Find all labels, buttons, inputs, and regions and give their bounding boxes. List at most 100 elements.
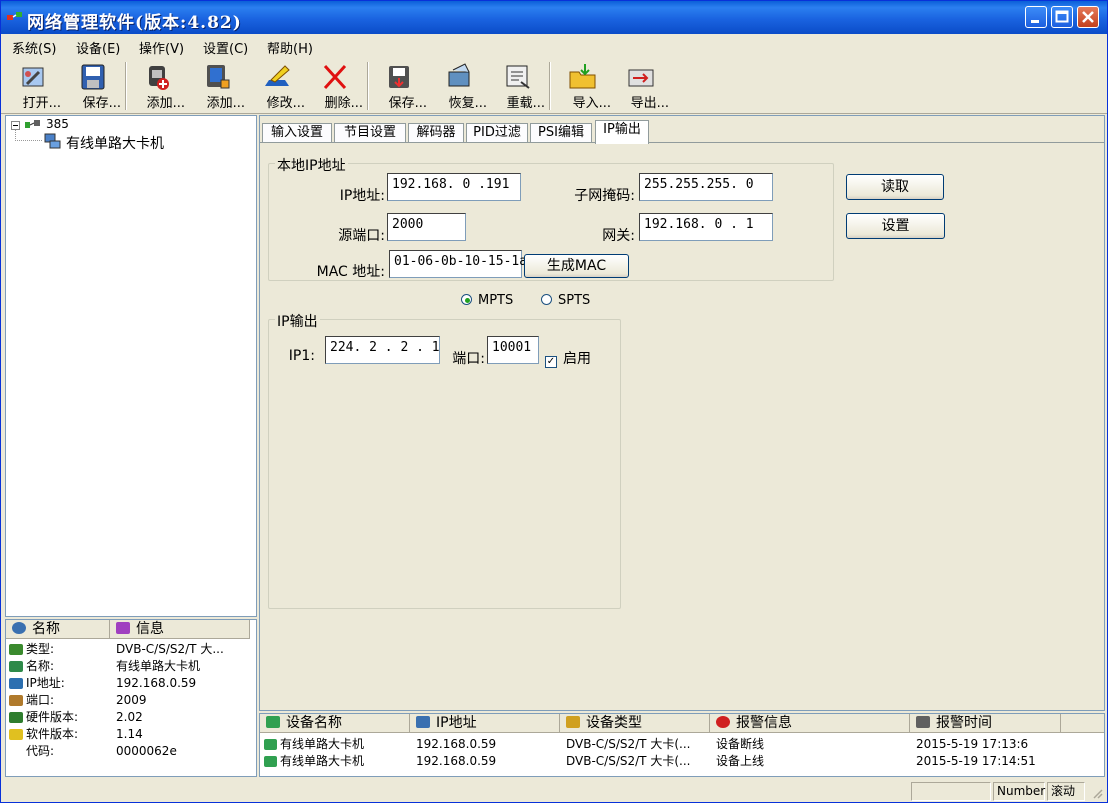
ip-address-field[interactable]: 192.168. 0 .191 xyxy=(387,173,521,201)
mpts-label: MPTS xyxy=(478,293,514,308)
name-icon xyxy=(9,661,23,672)
spts-radio-dot xyxy=(541,294,552,305)
toolbar-open-button[interactable]: 打开... xyxy=(5,60,61,112)
tab-ip-output[interactable]: IP输出 xyxy=(595,120,649,144)
status-number: Number xyxy=(993,782,1045,801)
tab-decoder[interactable]: 解码器 xyxy=(408,123,464,143)
output-port-field[interactable]: 10001 xyxy=(487,336,539,364)
alarm-row[interactable]: 有线单路大卡机 192.168.0.59 DVB-C/S/S2/T 大卡(... 设备… xyxy=(260,736,1104,753)
device-type-icon xyxy=(9,644,23,655)
subnet-mask-field[interactable]: 255.255.255. 0 xyxy=(639,173,773,201)
resize-grip-icon[interactable] xyxy=(1091,787,1103,799)
name-header-icon xyxy=(12,622,26,634)
alarm-cell: 2015-5-19 17:14:51 xyxy=(916,754,1036,768)
gateway-field[interactable]: 192.168. 0 . 1 xyxy=(639,213,773,241)
ip-header-icon xyxy=(416,716,430,728)
info-key: 代码: xyxy=(26,744,55,758)
network-root-icon xyxy=(25,120,40,128)
alarm-header-time[interactable]: 报警时间 xyxy=(910,714,1061,733)
device-header-icon xyxy=(266,716,280,728)
collapse-toggle-icon[interactable] xyxy=(11,121,20,130)
device-online-icon xyxy=(264,739,277,750)
info-key: 名称: xyxy=(26,659,55,673)
alarm-header-message[interactable]: 报警信息 xyxy=(710,714,910,733)
window-title: 网络管理软件(版本:4.82) xyxy=(27,13,242,33)
menu-settings[interactable]: 设置(C) xyxy=(203,38,248,57)
tab-input-settings[interactable]: 输入设置 xyxy=(262,123,332,143)
info-row: 代码: 0000062e xyxy=(6,743,256,760)
info-header-name[interactable]: 名称 xyxy=(6,620,110,639)
info-header-info[interactable]: 信息 xyxy=(110,620,250,639)
open-label: 打开... xyxy=(22,96,61,111)
toolbar-reload-button[interactable]: 重载... xyxy=(489,60,545,112)
gateway-label: 网关: xyxy=(602,228,635,244)
info-value: 1.14 xyxy=(116,727,143,741)
set-button[interactable]: 设置 xyxy=(846,213,945,239)
toolbar-add-button[interactable]: 添加... xyxy=(129,60,185,112)
maximize-button[interactable] xyxy=(1051,6,1073,28)
tree-root-label[interactable]: 385 xyxy=(46,117,69,131)
tab-pid-filter[interactable]: PID过滤 xyxy=(466,123,528,143)
delete-icon xyxy=(323,64,347,90)
modify-icon xyxy=(265,65,290,86)
minimize-icon xyxy=(1031,20,1039,23)
toolbar-save-config-button[interactable]: 保存... xyxy=(371,60,427,112)
toolbar-delete-button[interactable]: 删除... xyxy=(307,60,363,112)
save-config-icon xyxy=(389,66,409,88)
toolbar-restore-button[interactable]: 恢复... xyxy=(431,60,487,112)
read-button[interactable]: 读取 xyxy=(846,174,944,200)
source-port-field[interactable]: 2000 xyxy=(387,213,466,241)
device-online-icon xyxy=(264,756,277,767)
toolbar-separator xyxy=(549,62,551,110)
enable-checkbox[interactable]: ✓ 启用 xyxy=(545,348,591,368)
toolbar-import-button[interactable]: 导入... xyxy=(555,60,611,112)
tab-psi-edit[interactable]: PSI编辑 xyxy=(530,123,592,143)
alarm-cell: 有线单路大卡机 xyxy=(280,737,365,751)
alarm-header-ip[interactable]: IP地址 xyxy=(410,714,560,733)
alarm-cell: 有线单路大卡机 xyxy=(280,754,365,768)
open-icon xyxy=(22,67,44,87)
close-button[interactable] xyxy=(1077,6,1099,28)
mpts-radio-dot xyxy=(461,294,472,305)
delete-label: 删除... xyxy=(324,96,363,111)
info-row: 端口: 2009 xyxy=(6,692,256,709)
mac-address-field[interactable]: 01-06-0b-10-15-1a xyxy=(389,250,527,278)
mpts-radio[interactable]: MPTS xyxy=(461,293,513,308)
alarm-cell: 2015-5-19 17:13:6 xyxy=(916,737,1029,751)
info-key: 软件版本: xyxy=(26,727,79,741)
minimize-button[interactable] xyxy=(1025,6,1047,28)
toolbar-save-button[interactable]: 保存... xyxy=(65,60,121,112)
generate-mac-button[interactable]: 生成MAC xyxy=(524,254,629,278)
alarm-cell: DVB-C/S/S2/T 大卡(... xyxy=(566,737,691,751)
tree-device-label[interactable]: 有线单路大卡机 xyxy=(66,133,164,153)
toolbar-modify-button[interactable]: 修改... xyxy=(249,60,305,112)
network-app-icon xyxy=(7,12,22,20)
menu-device[interactable]: 设备(E) xyxy=(76,38,120,57)
menu-system[interactable]: 系统(S) xyxy=(12,38,56,57)
spts-radio[interactable]: SPTS xyxy=(541,293,590,308)
toolbar-export-button[interactable]: 导出... xyxy=(613,60,669,112)
alarm-header-message-label: 报警信息 xyxy=(736,715,792,731)
toolbar-add-group-button[interactable]: 添加... xyxy=(189,60,245,112)
tab-underline xyxy=(260,142,1104,143)
menu-operation[interactable]: 操作(V) xyxy=(139,38,184,57)
menu-help[interactable]: 帮助(H) xyxy=(267,38,313,57)
ip1-field[interactable]: 224. 2 . 2 . 1 xyxy=(325,336,440,364)
tab-program-settings[interactable]: 节目设置 xyxy=(334,123,406,143)
alarm-cell: 设备断线 xyxy=(716,737,765,751)
alarm-cell: DVB-C/S/S2/T 大卡(... xyxy=(566,754,691,768)
info-row: IP地址: 192.168.0.59 xyxy=(6,675,256,692)
alarm-header-type-label: 设备类型 xyxy=(586,715,642,731)
device-tree: 385 有线单路大卡机 xyxy=(5,115,257,617)
spts-label: SPTS xyxy=(558,293,591,308)
ip-icon xyxy=(9,678,23,689)
device-info-panel: 名称 信息 类型: DVB-C/S/S2/T 大... 名称: 有线单路大卡机 IP地址… xyxy=(5,619,257,777)
alarm-row[interactable]: 有线单路大卡机 192.168.0.59 DVB-C/S/S2/T 大卡(... 设备… xyxy=(260,753,1104,770)
info-key: IP地址: xyxy=(26,676,65,690)
ip-output-group-title: IP输出 xyxy=(275,311,320,331)
app-window: 网络管理软件(版本:4.82) 系统(S) 设备(E) 操作(V) 设置(C) … xyxy=(0,0,1108,803)
local-ip-group: 本地IP地址 IP地址: 192.168. 0 .191 子网掩码: 255.2… xyxy=(268,155,834,281)
alarm-header-device-name[interactable]: 设备名称 xyxy=(260,714,410,733)
add-label: 添加... xyxy=(146,96,185,111)
alarm-header-type[interactable]: 设备类型 xyxy=(560,714,710,733)
